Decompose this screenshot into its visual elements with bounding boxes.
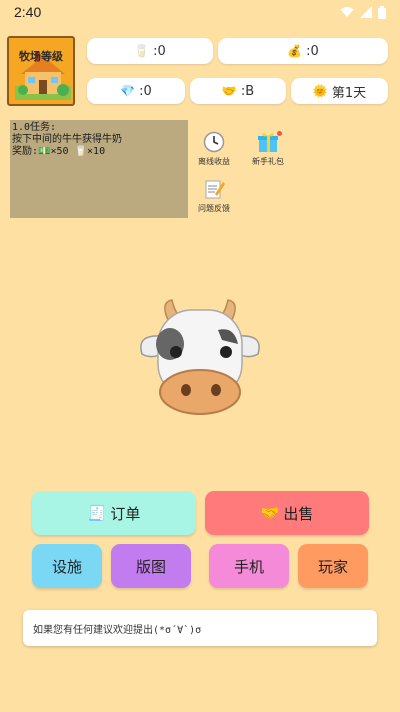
task-panel: 1.0任务: 按下中间的牛牛获得牛奶 奖励:💵×50 🥛×10 [10,120,188,218]
signal-icon [360,6,372,18]
milk-counter: 🥛 :0 [87,38,213,64]
money-value: :0 [306,43,319,59]
navigation-bar [0,704,400,712]
sell-button[interactable]: 🤝 出售 [205,491,369,535]
handshake-icon: 🤝 [221,84,237,98]
starter-gift-button[interactable]: 新手礼包 [243,131,293,167]
reputation-value: :B [240,83,255,99]
clock-icon [203,131,225,153]
sell-label: 出售 [283,504,314,523]
status-icons [340,5,386,19]
offline-earnings-button[interactable]: 离线收益 [189,131,239,167]
reward-cash: ×50 [50,146,69,157]
milk-icon: 🥛 [134,44,150,58]
farm-level-label: 牧场等级 [19,50,63,63]
task-description: 按下中间的牛牛获得牛奶 [12,134,122,145]
territory-label: 版图 [135,557,166,576]
players-label: 玩家 [317,557,348,576]
orders-label: 订单 [110,504,141,523]
money-bag-icon: 💰 [287,44,303,58]
reward-label: 奖励: [12,146,39,157]
feedback-button[interactable]: 问题反馈 [189,178,239,214]
milk-value: :0 [153,43,166,59]
farm-level-button[interactable]: 牧场等级 [7,36,75,106]
cash-icon: 💵 [38,146,51,157]
status-bar: 2:40 [0,0,400,24]
status-time: 2:40 [14,4,42,20]
facilities-button[interactable]: 设施 [32,544,102,588]
day-counter: 🌞 第1天 [291,78,388,104]
day-value: 第1天 [331,85,367,101]
task-reward: 奖励:💵×50 🥛×10 [12,146,186,158]
handshake-sell-icon: 🤝 [260,504,280,522]
milk-small-icon: 🥛 [74,146,88,157]
sun-icon: 🌞 [312,84,328,98]
cow-button[interactable] [130,296,270,422]
diamond-counter: 💎 :0 [87,78,185,104]
players-button[interactable]: 玩家 [298,544,368,588]
notification-dot [277,131,282,136]
diamond-icon: 💎 [120,84,136,98]
starter-gift-label: 新手礼包 [252,157,284,166]
receipt-icon: 🧾 [87,504,107,522]
orders-button[interactable]: 🧾 订单 [32,491,196,535]
wifi-icon [340,7,354,17]
battery-icon [378,5,386,19]
phone-label: 手机 [233,557,264,576]
money-counter: 💰 :0 [218,38,388,64]
reputation-counter: 🤝 :B [190,78,286,104]
diamond-value: :0 [139,83,152,99]
phone-button[interactable]: 手机 [209,544,289,588]
facilities-label: 设施 [51,557,82,576]
territory-button[interactable]: 版图 [111,544,191,588]
suggestion-message[interactable]: 如果您有任何建议欢迎提出(*σ´∀`)σ [23,610,377,646]
memo-icon [205,180,225,199]
gift-icon [258,133,278,152]
task-title: 1.0任务: [12,122,57,133]
offline-earnings-label: 离线收益 [198,157,230,166]
reward-milk: ×10 [87,146,106,157]
feedback-label: 问题反馈 [198,204,230,213]
